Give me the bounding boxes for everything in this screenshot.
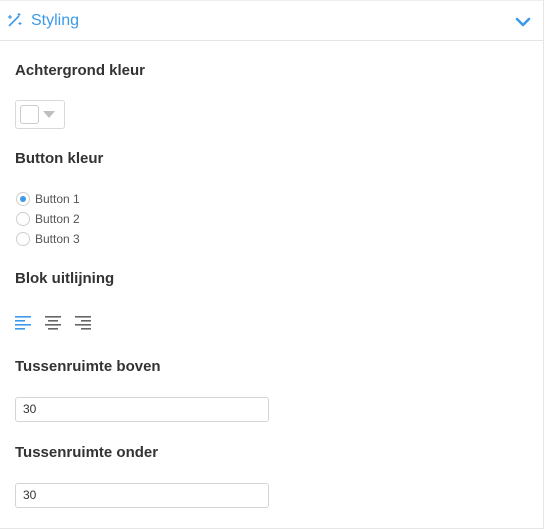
styling-section-header[interactable]: Styling	[0, 0, 543, 41]
spacing-top-input[interactable]: 30	[15, 397, 269, 422]
spacing-bottom-input[interactable]: 30	[15, 483, 269, 508]
caret-down-icon	[43, 111, 55, 118]
radio-label: Button 1	[35, 192, 80, 206]
background-color-label: Achtergrond kleur	[15, 62, 146, 79]
spacing-bottom-label: Tussenruimte onder	[15, 444, 159, 461]
color-swatch	[20, 105, 39, 124]
radio-label: Button 2	[35, 212, 80, 226]
background-color-picker[interactable]	[15, 100, 65, 129]
magic-wand-icon	[8, 13, 22, 27]
chevron-down-icon[interactable]	[515, 16, 531, 28]
radio-label: Button 3	[35, 232, 80, 246]
radio-button[interactable]	[16, 212, 30, 226]
section-title: Styling	[31, 12, 80, 29]
block-alignment-label: Blok uitlijning	[15, 270, 115, 287]
radio-button[interactable]	[16, 232, 30, 246]
align-center-icon[interactable]	[45, 316, 61, 330]
radio-button[interactable]	[16, 192, 30, 206]
styling-panel: Styling Achtergrond kleur Button kleur B…	[0, 0, 544, 529]
button-color-label: Button kleur	[15, 150, 104, 167]
spacing-top-label: Tussenruimte boven	[15, 358, 161, 375]
align-right-icon[interactable]	[75, 316, 91, 330]
align-left-icon[interactable]	[15, 316, 31, 330]
